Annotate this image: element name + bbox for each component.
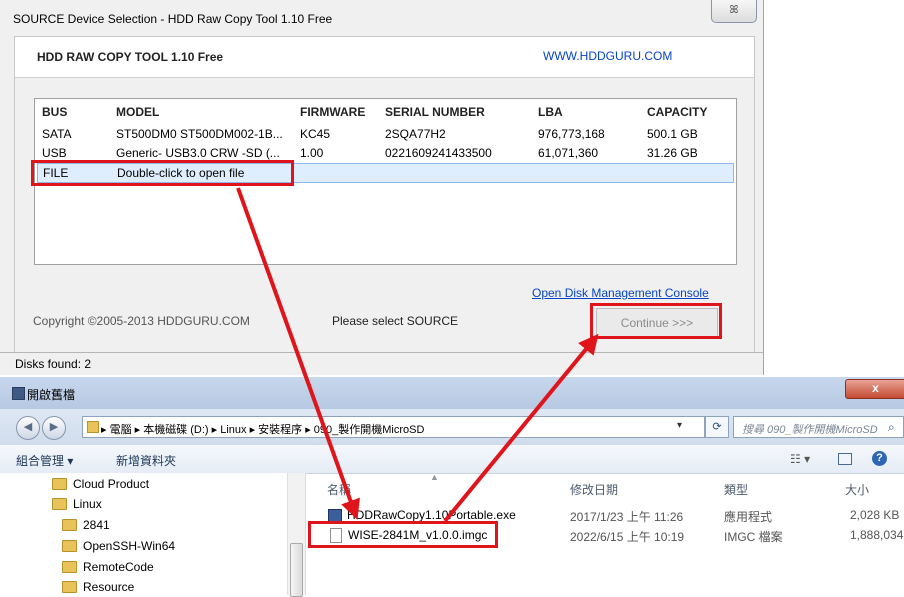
arrow-to-file (236, 187, 360, 520)
annotation-arrows (236, 187, 599, 523)
arrow-to-continue (443, 333, 599, 523)
